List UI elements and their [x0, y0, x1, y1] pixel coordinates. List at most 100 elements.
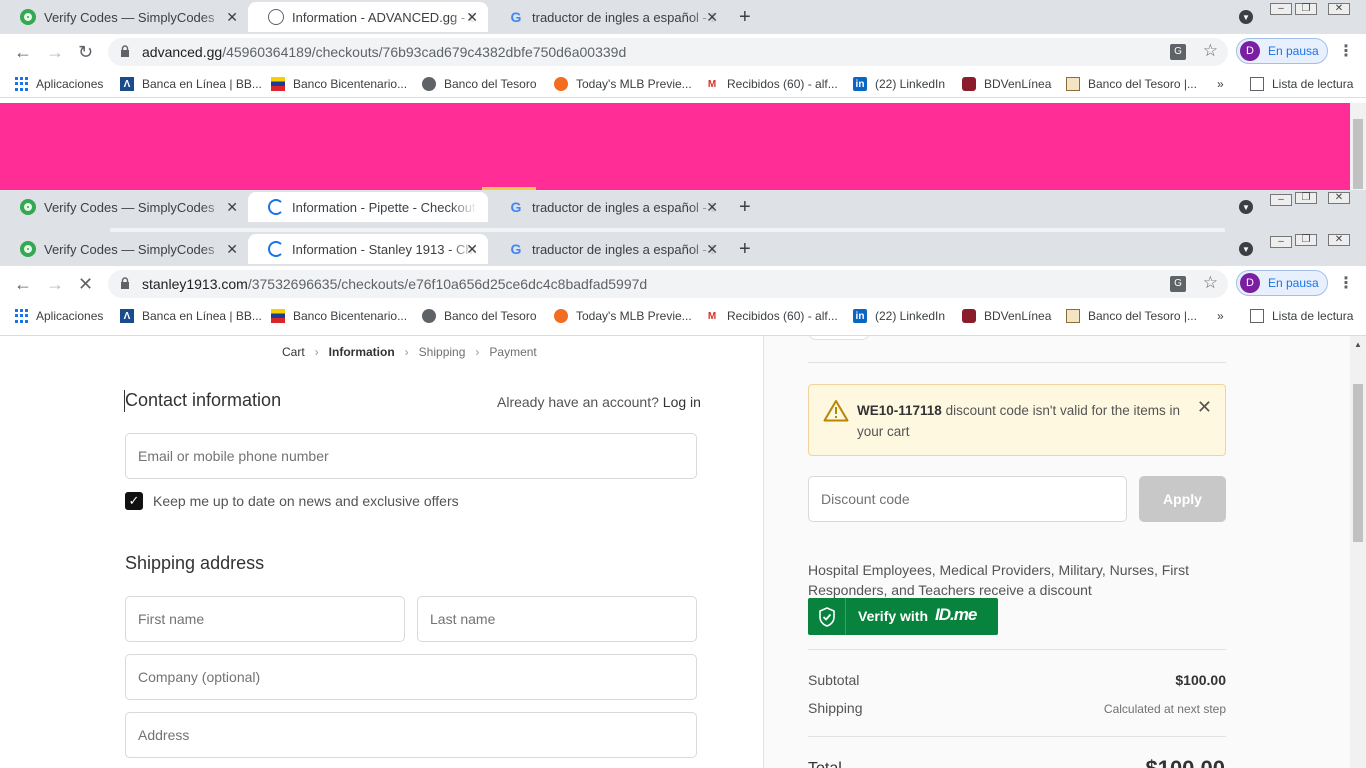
- close-icon[interactable]: ✕: [706, 241, 718, 258]
- address-bar[interactable]: stanley1913.com/37532696635/checkouts/e7…: [108, 270, 1228, 298]
- tab-search-icon[interactable]: ▼: [1239, 200, 1253, 214]
- bookmark-star-icon[interactable]: ☆: [1203, 41, 1218, 61]
- bookmark-item[interactable]: Λ Banca en Línea | BB...: [120, 77, 262, 91]
- bookmark-item[interactable]: Banco del Tesoro |...: [1066, 77, 1197, 91]
- restore-icon[interactable]: ❐: [1295, 234, 1317, 246]
- bookmark-item[interactable]: Banco Bicentenario...: [271, 77, 407, 91]
- window-close-icon[interactable]: ✕: [1328, 192, 1350, 204]
- reading-list[interactable]: Lista de lectura: [1250, 309, 1353, 323]
- scrollbar-thumb[interactable]: [1353, 384, 1363, 542]
- close-icon[interactable]: ✕: [226, 199, 238, 216]
- url-text: stanley1913.com/37532696635/checkouts/e7…: [142, 276, 648, 292]
- close-icon[interactable]: ✕: [466, 241, 478, 258]
- new-tab-icon[interactable]: +: [739, 6, 751, 29]
- address-input[interactable]: [126, 713, 696, 757]
- bookmark-item[interactable]: Banco Bicentenario...: [271, 309, 407, 323]
- window1-tab-advanced[interactable]: Information - ADVANCED.gg - Checkout ✕: [248, 2, 488, 32]
- close-icon[interactable]: ✕: [1197, 397, 1212, 418]
- company-input[interactable]: [126, 655, 696, 699]
- window2-tab-google[interactable]: G traductor de ingles a español - Buscar…: [488, 192, 728, 222]
- back-arrow-icon[interactable]: ←: [14, 42, 32, 63]
- menu-kebab-icon[interactable]: ⋮: [1338, 41, 1354, 61]
- first-name-input[interactable]: [126, 597, 404, 641]
- email-input[interactable]: [126, 434, 696, 478]
- verify-idme-button[interactable]: Verify with ID.me: [808, 598, 998, 635]
- restore-icon[interactable]: ❐: [1295, 192, 1317, 204]
- newsletter-label[interactable]: Keep me up to date on news and exclusive…: [153, 493, 459, 509]
- email-field[interactable]: [125, 433, 697, 479]
- bookmark-item[interactable]: Λ Banca en Línea | BB...: [120, 309, 262, 323]
- window-close-icon[interactable]: ✕: [1328, 234, 1350, 246]
- bookmarks-overflow[interactable]: »: [1217, 309, 1224, 323]
- close-icon[interactable]: ✕: [706, 9, 718, 26]
- bookmark-item[interactable]: BDVenLínea: [962, 77, 1051, 91]
- first-name-field[interactable]: [125, 596, 405, 642]
- minimize-icon[interactable]: –: [1270, 236, 1292, 248]
- newsletter-checkbox[interactable]: ✓: [125, 492, 143, 510]
- bookmark-item[interactable]: M Recibidos (60) - alf...: [705, 77, 838, 91]
- bookmark-apps[interactable]: Aplicaciones: [14, 309, 103, 323]
- window2-tab-pipette[interactable]: Information - Pipette - Checkout: [248, 192, 488, 222]
- scrollbar-thumb[interactable]: [1353, 119, 1363, 189]
- back-arrow-icon[interactable]: ←: [14, 274, 32, 295]
- close-icon[interactable]: ✕: [466, 9, 478, 26]
- window3-tab-strip: Verify Codes — SimplyCodes ✕ Information…: [0, 232, 1366, 266]
- close-icon[interactable]: ✕: [706, 199, 718, 216]
- window3-tab-simplycodes[interactable]: Verify Codes — SimplyCodes ✕: [0, 234, 248, 264]
- address-field[interactable]: [125, 712, 697, 758]
- window1-tab-google[interactable]: G traductor de ingles a español - Buscar…: [488, 2, 728, 32]
- new-tab-icon[interactable]: +: [739, 196, 751, 219]
- flag-icon: [271, 77, 285, 91]
- forward-arrow-icon[interactable]: →: [46, 42, 64, 63]
- window1-tab-simplycodes[interactable]: Verify Codes — SimplyCodes ✕: [0, 2, 248, 32]
- stop-loading-icon[interactable]: ✕: [78, 274, 93, 295]
- scrollbar[interactable]: [1350, 103, 1366, 190]
- page-scrollbar[interactable]: ▲: [1350, 336, 1366, 768]
- bookmark-item[interactable]: Banco del Tesoro: [422, 309, 537, 323]
- scroll-up-icon[interactable]: ▲: [1354, 340, 1362, 349]
- profile-button[interactable]: D En pausa: [1236, 270, 1328, 296]
- apply-button[interactable]: Apply: [1139, 476, 1226, 522]
- bookmark-item[interactable]: M Recibidos (60) - alf...: [705, 309, 838, 323]
- forward-arrow-icon[interactable]: →: [46, 274, 64, 295]
- window2-tab-simplycodes[interactable]: Verify Codes — SimplyCodes ✕: [0, 192, 248, 222]
- bookmark-item[interactable]: Today's MLB Previe...: [554, 309, 692, 323]
- bookmark-item[interactable]: in (22) LinkedIn: [853, 77, 945, 91]
- bookmark-item[interactable]: Banco del Tesoro |...: [1066, 309, 1197, 323]
- window-close-icon[interactable]: ✕: [1328, 3, 1350, 15]
- translate-icon[interactable]: G: [1170, 276, 1186, 292]
- tab-search-icon[interactable]: ▼: [1239, 10, 1253, 24]
- new-tab-icon[interactable]: +: [739, 238, 751, 261]
- window3-tab-stanley[interactable]: Information - Stanley 1913 - Checkout ✕: [248, 234, 488, 264]
- total-label: Total: [808, 760, 842, 768]
- tab-search-icon[interactable]: ▼: [1239, 242, 1253, 256]
- close-icon[interactable]: ✕: [226, 241, 238, 258]
- bookmark-apps[interactable]: Aplicaciones: [14, 77, 103, 91]
- breadcrumb-cart[interactable]: Cart: [282, 345, 305, 359]
- discount-code-input[interactable]: [809, 477, 1126, 521]
- menu-kebab-icon[interactable]: ⋮: [1338, 273, 1354, 293]
- login-link[interactable]: Log in: [663, 394, 701, 410]
- close-icon[interactable]: ✕: [226, 9, 238, 26]
- discount-code-field[interactable]: [808, 476, 1127, 522]
- last-name-input[interactable]: [418, 597, 696, 641]
- window3-tab-google[interactable]: G traductor de ingles a español - Buscar…: [488, 234, 728, 264]
- bookmark-item[interactable]: Today's MLB Previe...: [554, 77, 692, 91]
- bookmark-item[interactable]: in (22) LinkedIn: [853, 309, 945, 323]
- bookmark-item[interactable]: Banco del Tesoro: [422, 77, 537, 91]
- minimize-icon[interactable]: –: [1270, 194, 1292, 206]
- company-field[interactable]: [125, 654, 697, 700]
- bookmark-item[interactable]: BDVenLínea: [962, 309, 1051, 323]
- reload-icon[interactable]: ↻: [78, 42, 93, 63]
- address-bar[interactable]: advanced.gg/45960364189/checkouts/76b93c…: [108, 38, 1228, 66]
- last-name-field[interactable]: [417, 596, 697, 642]
- profile-button[interactable]: D En pausa: [1236, 38, 1328, 64]
- bookmarks-overflow[interactable]: »: [1217, 77, 1224, 91]
- bookmark-star-icon[interactable]: ☆: [1203, 273, 1218, 293]
- reading-list[interactable]: Lista de lectura: [1250, 77, 1353, 91]
- breadcrumb-information: Information: [328, 345, 395, 359]
- translate-icon[interactable]: G: [1170, 44, 1186, 60]
- restore-icon[interactable]: ❐: [1295, 3, 1317, 15]
- minimize-icon[interactable]: –: [1270, 3, 1292, 15]
- mlb-icon: [554, 77, 568, 91]
